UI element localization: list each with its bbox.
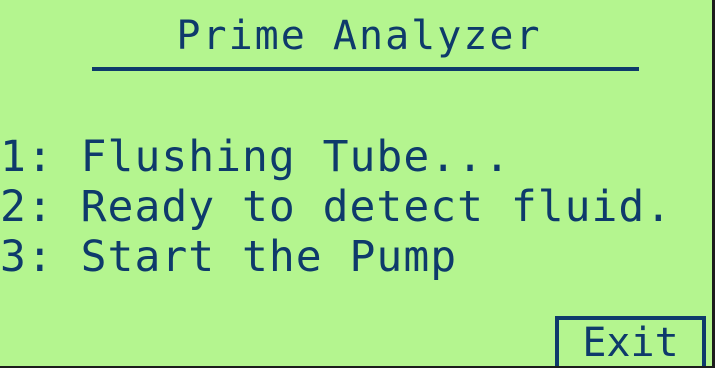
step-item-flushing: 1: Flushing Tube... — [0, 132, 511, 182]
step-item-start-pump: 3: Start the Pump — [0, 232, 458, 282]
step-item-ready: 2: Ready to detect fluid. — [0, 182, 673, 232]
lcd-screen: Prime Analyzer 1: Flushing Tube... 2: Re… — [0, 0, 715, 368]
title-underline — [92, 67, 639, 71]
page-title: Prime Analyzer — [176, 13, 542, 59]
step-list: 1: Flushing Tube... 2: Ready to detect f… — [0, 132, 672, 282]
exit-button[interactable]: Exit — [555, 316, 706, 366]
